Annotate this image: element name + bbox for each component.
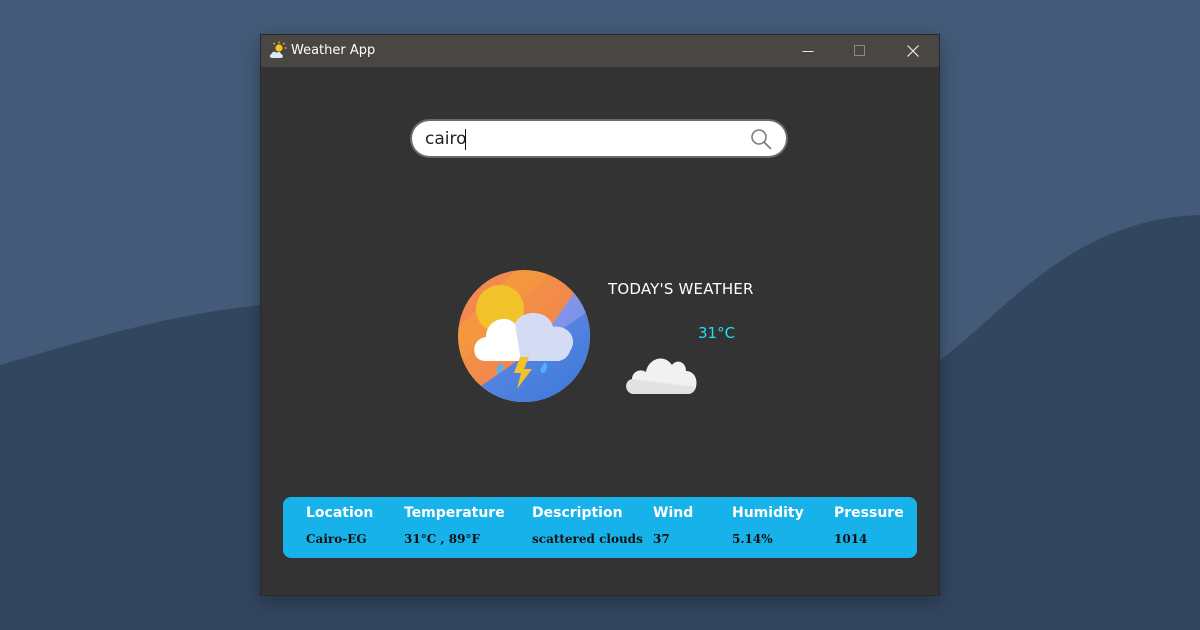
temperature-value: 31°C , 89°F	[404, 532, 481, 546]
minimize-button[interactable]	[781, 35, 834, 67]
thunderstorm-logo-icon	[458, 270, 590, 402]
weather-details-panel: Location Cairo-EG Temperature 31°C , 89°…	[283, 497, 917, 558]
description-value: scattered clouds	[532, 532, 643, 546]
text-caret	[465, 129, 466, 150]
description-header: Description	[532, 505, 623, 521]
partly-cloudy-icon	[269, 41, 287, 58]
wind-header: Wind	[653, 505, 694, 521]
search-bar[interactable]	[412, 121, 786, 156]
search-input[interactable]	[425, 127, 725, 151]
maximize-button[interactable]	[833, 35, 886, 67]
pressure-value: 1014	[834, 532, 868, 546]
today-temperature: 31°C	[698, 324, 736, 342]
location-header: Location	[306, 505, 374, 521]
weather-app-window: Weather App cairo TODAY'S WEATHER 31°C L…	[261, 35, 939, 595]
minimize-icon	[802, 51, 813, 52]
today-weather-heading: TODAY'S WEATHER	[608, 280, 754, 298]
search-icon[interactable]	[750, 128, 772, 150]
temperature-header: Temperature	[404, 505, 505, 521]
window-title: Weather App	[291, 43, 376, 58]
humidity-value: 5.14%	[732, 532, 773, 546]
wind-value: 37	[653, 532, 670, 546]
close-button[interactable]	[886, 35, 939, 67]
close-icon	[906, 45, 919, 57]
title-bar: Weather App	[261, 35, 939, 67]
desktop: Weather App cairo TODAY'S WEATHER 31°C L…	[0, 0, 1200, 630]
cloud-icon	[626, 358, 697, 394]
maximize-icon	[853, 45, 865, 56]
humidity-header: Humidity	[732, 505, 804, 521]
pressure-header: Pressure	[834, 505, 904, 521]
location-value: Cairo-EG	[306, 532, 367, 546]
